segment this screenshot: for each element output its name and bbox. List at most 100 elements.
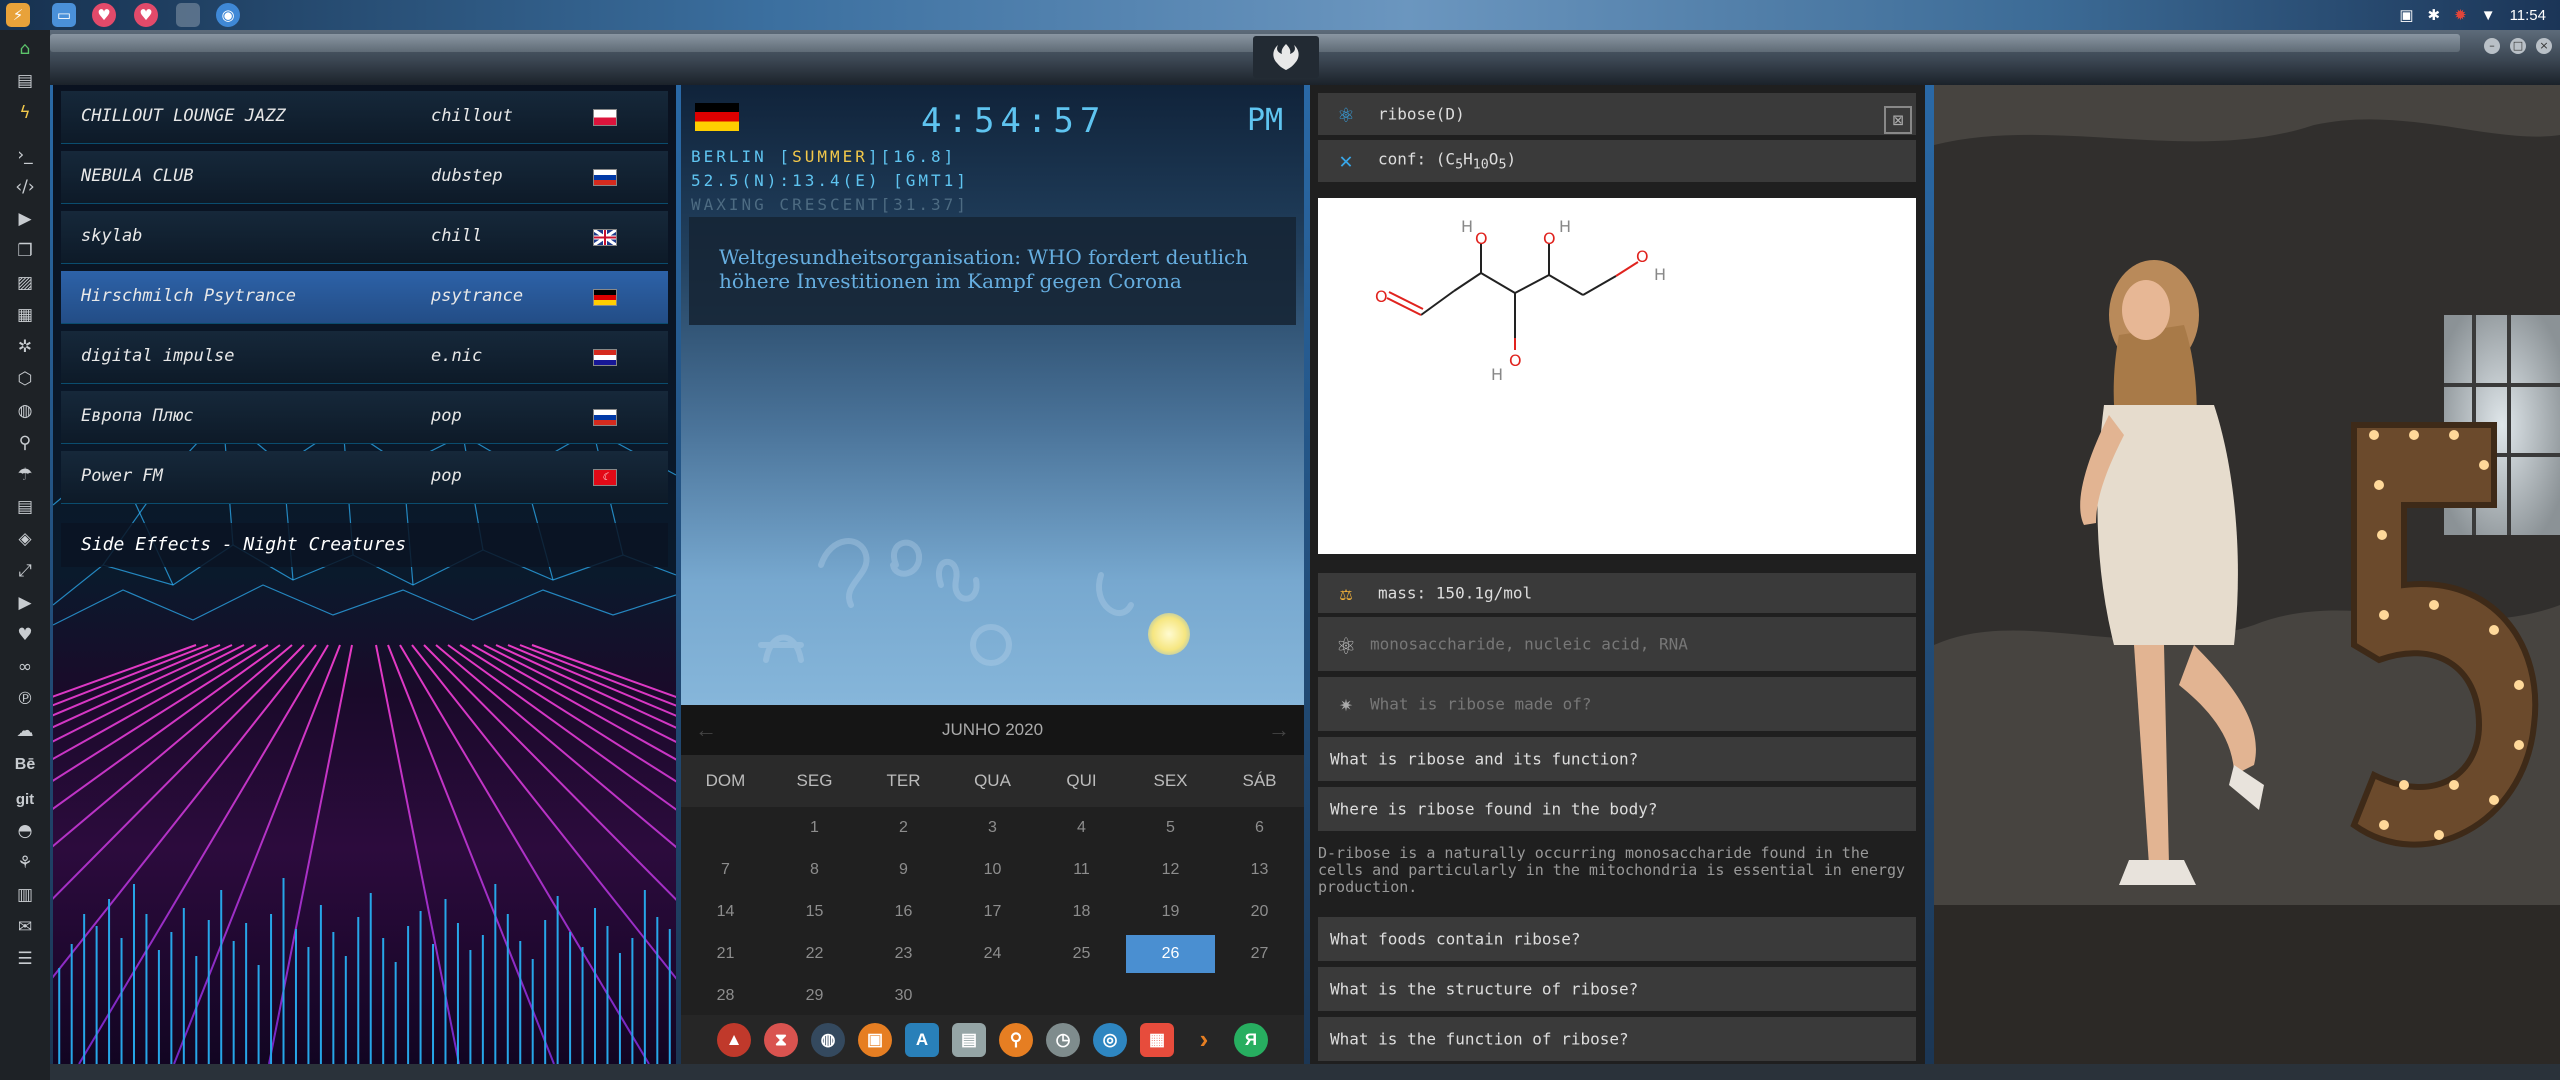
calendar-day[interactable]: 8 <box>770 849 859 891</box>
calendar-day[interactable]: 3 <box>948 807 1037 849</box>
calendar-icon[interactable]: ▦ <box>1140 1022 1174 1057</box>
calendar-day[interactable]: 19 <box>1126 891 1215 933</box>
infinity-icon[interactable]: ∞ <box>12 654 38 680</box>
calendar-day[interactable]: 21 <box>681 933 770 975</box>
station-row[interactable]: digital impulse e.nic <box>61 331 668 384</box>
news-icon[interactable]: ▦ <box>12 302 38 328</box>
bluetooth-icon[interactable]: ✱ <box>2428 6 2441 24</box>
question-row[interactable]: What is the structure of ribose? <box>1318 967 1916 1011</box>
mail-icon[interactable]: ✉ <box>12 914 38 940</box>
calendar-day[interactable]: 4 <box>1037 807 1126 849</box>
screenshot-icon[interactable]: ▣ <box>2399 6 2413 24</box>
hexagon-icon[interactable]: ⬡ <box>12 366 38 392</box>
question-row[interactable]: ✷ What is ribose made of? <box>1318 677 1916 731</box>
calendar-day[interactable]: 15 <box>770 891 859 933</box>
image-icon[interactable]: ▨ <box>12 270 38 296</box>
calendar-day[interactable]: 17 <box>948 891 1037 933</box>
globe-dark-icon[interactable]: ◍ <box>811 1022 845 1057</box>
umbrella-icon[interactable]: ☂ <box>12 462 38 488</box>
station-row[interactable]: Power FM pop ☾ <box>61 451 668 504</box>
image-viewer-icon[interactable]: ▣ <box>858 1022 892 1057</box>
boxes-icon[interactable]: ⚘ <box>12 850 38 876</box>
pocket-icon-2[interactable]: ♥ <box>134 3 158 27</box>
calendar-day[interactable]: 24 <box>948 933 1037 975</box>
files-icon[interactable]: ▭ <box>52 3 76 27</box>
home-icon[interactable]: ⌂ <box>12 36 38 62</box>
calendar-day[interactable]: 25 <box>1037 933 1126 975</box>
pinterest-icon[interactable]: ℗ <box>12 686 38 712</box>
clock-icon[interactable]: ◷ <box>1046 1022 1080 1057</box>
prev-month-icon[interactable]: ← <box>695 705 717 755</box>
yandex-icon[interactable]: Я <box>1234 1022 1268 1057</box>
bug-icon[interactable]: ✹ <box>2454 6 2467 24</box>
next-month-icon[interactable]: → <box>1268 705 1290 755</box>
wifi-icon[interactable]: ▼ <box>2481 7 2496 24</box>
pocket-icon[interactable]: ♥ <box>92 3 116 27</box>
search-icon[interactable]: ⚲ <box>12 430 38 456</box>
question-row[interactable]: What foods contain ribose? <box>1318 917 1916 961</box>
chevron-right-icon[interactable]: › <box>1187 1023 1221 1057</box>
calendar-day[interactable] <box>1215 975 1304 1017</box>
calendar-day[interactable]: 27 <box>1215 933 1304 975</box>
maximize-button[interactable]: □ <box>2510 38 2526 54</box>
sitemap-icon[interactable]: ▤ <box>12 494 38 520</box>
chromium-icon[interactable]: ◉ <box>216 3 240 27</box>
bolt-icon[interactable]: ϟ <box>12 100 38 126</box>
news-icon[interactable]: ▤ <box>952 1022 986 1057</box>
document-icon[interactable]: ▤ <box>12 68 38 94</box>
translate-icon[interactable]: A <box>905 1022 939 1057</box>
calendar-day[interactable] <box>681 807 770 849</box>
station-row[interactable]: NEBULA CLUB dubstep <box>61 151 668 204</box>
calendar-day[interactable]: 13 <box>1215 849 1304 891</box>
github-icon[interactable]: ◓ <box>12 818 38 844</box>
calendar-day[interactable]: 1 <box>770 807 859 849</box>
calendar-day[interactable]: 12 <box>1126 849 1215 891</box>
calendar-day[interactable]: 18 <box>1037 891 1126 933</box>
app-menu-icon[interactable]: ⚡ <box>6 3 30 27</box>
calendar-day-selected[interactable]: 26 <box>1126 935 1215 973</box>
globe-icon[interactable]: ◍ <box>12 398 38 424</box>
calendar-day[interactable]: 28 <box>681 975 770 1017</box>
question-text[interactable]: What is the function of ribose? <box>1330 1030 1629 1049</box>
calendar-day[interactable]: 23 <box>859 933 948 975</box>
calendar-day[interactable] <box>1126 975 1215 1017</box>
calendar-day[interactable]: 20 <box>1215 891 1304 933</box>
heart-icon[interactable]: ♥ <box>12 622 38 648</box>
red-arrow-icon[interactable]: ▲ <box>717 1022 751 1057</box>
calendar-day[interactable]: 30 <box>859 975 948 1017</box>
copy-icon[interactable]: ❐ <box>12 238 38 264</box>
calendar-day[interactable]: 10 <box>948 849 1037 891</box>
youtube-icon[interactable]: ▶ <box>12 590 38 616</box>
window-thumbnail-icon[interactable] <box>176 3 200 27</box>
calendar-day[interactable]: 14 <box>681 891 770 933</box>
question-text[interactable]: What is ribose and its function? <box>1330 750 1638 769</box>
expand-icon[interactable]: ⤢ <box>12 558 38 584</box>
calendar-day[interactable]: 2 <box>859 807 948 849</box>
station-row-active[interactable]: Hirschmilch Psytrance psytrance <box>61 271 668 324</box>
calendar-day[interactable] <box>1037 975 1126 1017</box>
tag-icon[interactable]: ◈ <box>12 526 38 552</box>
question-text[interactable]: What foods contain ribose? <box>1330 930 1580 949</box>
question-row[interactable]: What is ribose and its function? <box>1318 737 1916 781</box>
question-row[interactable]: Where is ribose found in the body? <box>1318 787 1916 831</box>
calendar-day[interactable]: 22 <box>770 933 859 975</box>
minimize-button[interactable]: – <box>2484 38 2500 54</box>
calendar-day[interactable]: 29 <box>770 975 859 1017</box>
station-row[interactable]: CHILLOUT LOUNGE JAZZ chillout <box>61 91 668 144</box>
behance-icon[interactable]: Bē <box>12 752 38 778</box>
calendar-day[interactable]: 5 <box>1126 807 1215 849</box>
play-icon[interactable]: ▶ <box>12 206 38 232</box>
cloud-icon[interactable]: ☁ <box>12 718 38 744</box>
calendar-day[interactable] <box>948 975 1037 1017</box>
git-icon[interactable]: git <box>12 786 38 812</box>
station-row[interactable]: Европа Плюс pop <box>61 391 668 444</box>
search-icon[interactable]: ⚲ <box>999 1022 1033 1057</box>
close-button[interactable]: × <box>2536 38 2552 54</box>
question-row[interactable]: What is the function of ribose? <box>1318 1017 1916 1061</box>
question-text[interactable]: What is ribose made of? <box>1370 695 1592 714</box>
calendar-day[interactable]: 11 <box>1037 849 1126 891</box>
question-text[interactable]: Where is ribose found in the body? <box>1330 800 1658 819</box>
question-text[interactable]: What is the structure of ribose? <box>1330 980 1638 999</box>
list-icon[interactable]: ☰ <box>12 946 38 972</box>
calendar-day[interactable]: 16 <box>859 891 948 933</box>
